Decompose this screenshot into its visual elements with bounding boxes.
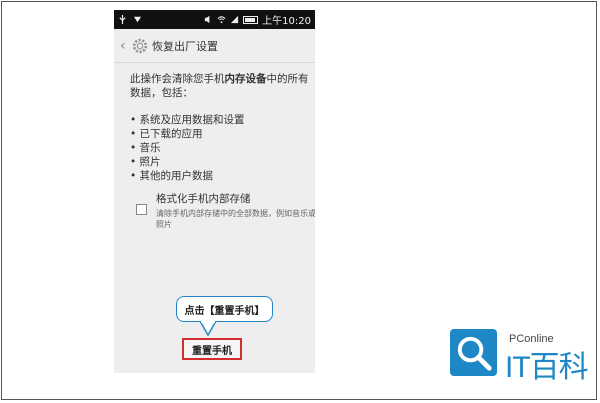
page-title: 恢复出厂设置 — [152, 39, 218, 53]
data-list: • 系统及应用数据和设置 • 已下载的应用 • 音乐 • 照片 • 其他的用户数… — [130, 113, 310, 183]
app-title-bar: ‹ 恢复出厂设置 — [114, 29, 315, 63]
pconline-logo: PConline IT百科 — [447, 324, 597, 390]
list-item: • 系统及应用数据和设置 — [130, 114, 245, 126]
signal-icon — [231, 15, 239, 24]
list-item: • 照片 — [130, 156, 161, 168]
instruction-callout: 点击【重置手机】 — [176, 296, 273, 322]
phone-screen: 上午10:20 ‹ 恢复出厂设置 此操作会清除您手机内存设备中的所有数据，包括：… — [114, 10, 315, 373]
wifi-icon — [217, 16, 226, 24]
format-storage-checkbox[interactable] — [136, 204, 147, 215]
battery-icon — [243, 15, 259, 24]
format-storage-description: 清除手机内部存储中的全部数据，例如音乐或照片 — [156, 209, 315, 229]
settings-gear-icon — [132, 38, 148, 53]
reset-content: 此操作会清除您手机内存设备中的所有数据，包括： • 系统及应用数据和设置 • 已… — [130, 72, 310, 183]
download-icon — [133, 16, 142, 23]
callout-pointer — [199, 321, 217, 337]
status-bar: 上午10:20 — [114, 10, 315, 29]
clock: 上午10:20 — [262, 16, 311, 27]
volume-icon — [205, 15, 210, 24]
list-item: • 音乐 — [130, 142, 161, 154]
usb-icon — [119, 15, 126, 24]
list-item: • 已下载的应用 — [130, 128, 203, 140]
back-icon[interactable]: ‹ — [120, 38, 128, 54]
list-item: • 其他的用户数据 — [130, 170, 214, 182]
reset-phone-button[interactable]: 重置手机 — [182, 338, 242, 360]
reset-description: 此操作会清除您手机内存设备中的所有数据，包括： — [130, 72, 310, 100]
logo-title: IT百科 — [505, 351, 589, 384]
desc-bold-text: 内存设备 — [224, 73, 267, 85]
magnifier-logo-icon — [450, 329, 497, 376]
desc-text: 此操作会清除您手机 — [130, 73, 225, 85]
format-storage-label: 格式化手机内部存储 — [156, 193, 251, 205]
